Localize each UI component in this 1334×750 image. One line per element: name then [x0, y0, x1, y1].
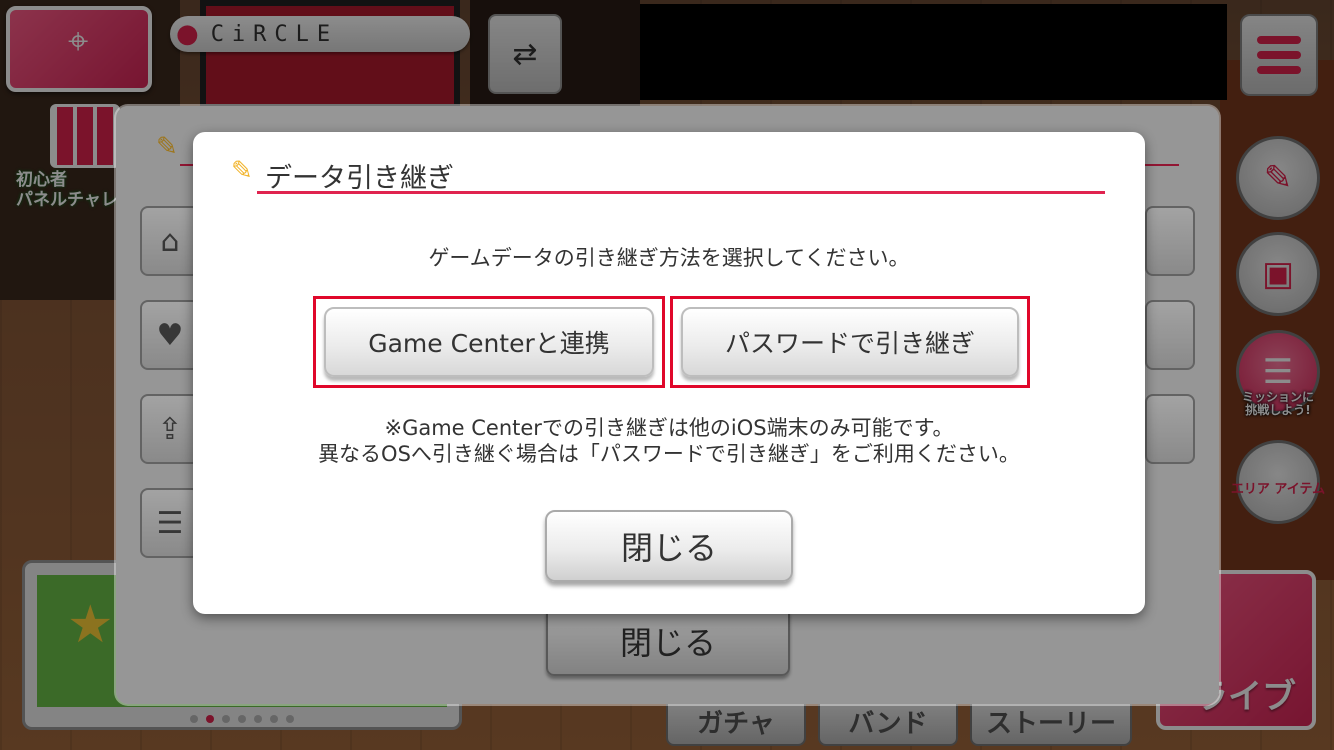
password-transfer-button[interactable]: パスワードで引き継ぎ [681, 307, 1019, 377]
note-line-1: ※Game Centerでの引き継ぎは他のiOS端末のみ可能です。 [384, 416, 954, 440]
game-center-button[interactable]: Game Centerと連携 [324, 307, 654, 377]
data-transfer-dialog: ✎ データ引き継ぎ ゲームデータの引き継ぎ方法を選択してください。 Game C… [193, 132, 1145, 614]
title-underline [257, 191, 1105, 194]
close-button[interactable]: 閉じる [545, 510, 793, 582]
dialog-note: ※Game Centerでの引き継ぎは他のiOS端末のみ可能です。 異なるOSへ… [193, 415, 1145, 468]
game-center-highlight: Game Centerと連携 [313, 296, 665, 388]
dialog-prompt: ゲームデータの引き継ぎ方法を選択してください。 [428, 246, 910, 270]
password-highlight: パスワードで引き継ぎ [670, 296, 1030, 388]
note-line-2: 異なるOSへ引き継ぐ場合は「パスワードで引き継ぎ」をご利用ください。 [318, 442, 1020, 467]
dialog-title: データ引き継ぎ [265, 163, 454, 194]
pen-icon: ✎ [231, 156, 253, 186]
dialog-header: ✎ データ引き継ぎ [231, 156, 1105, 196]
